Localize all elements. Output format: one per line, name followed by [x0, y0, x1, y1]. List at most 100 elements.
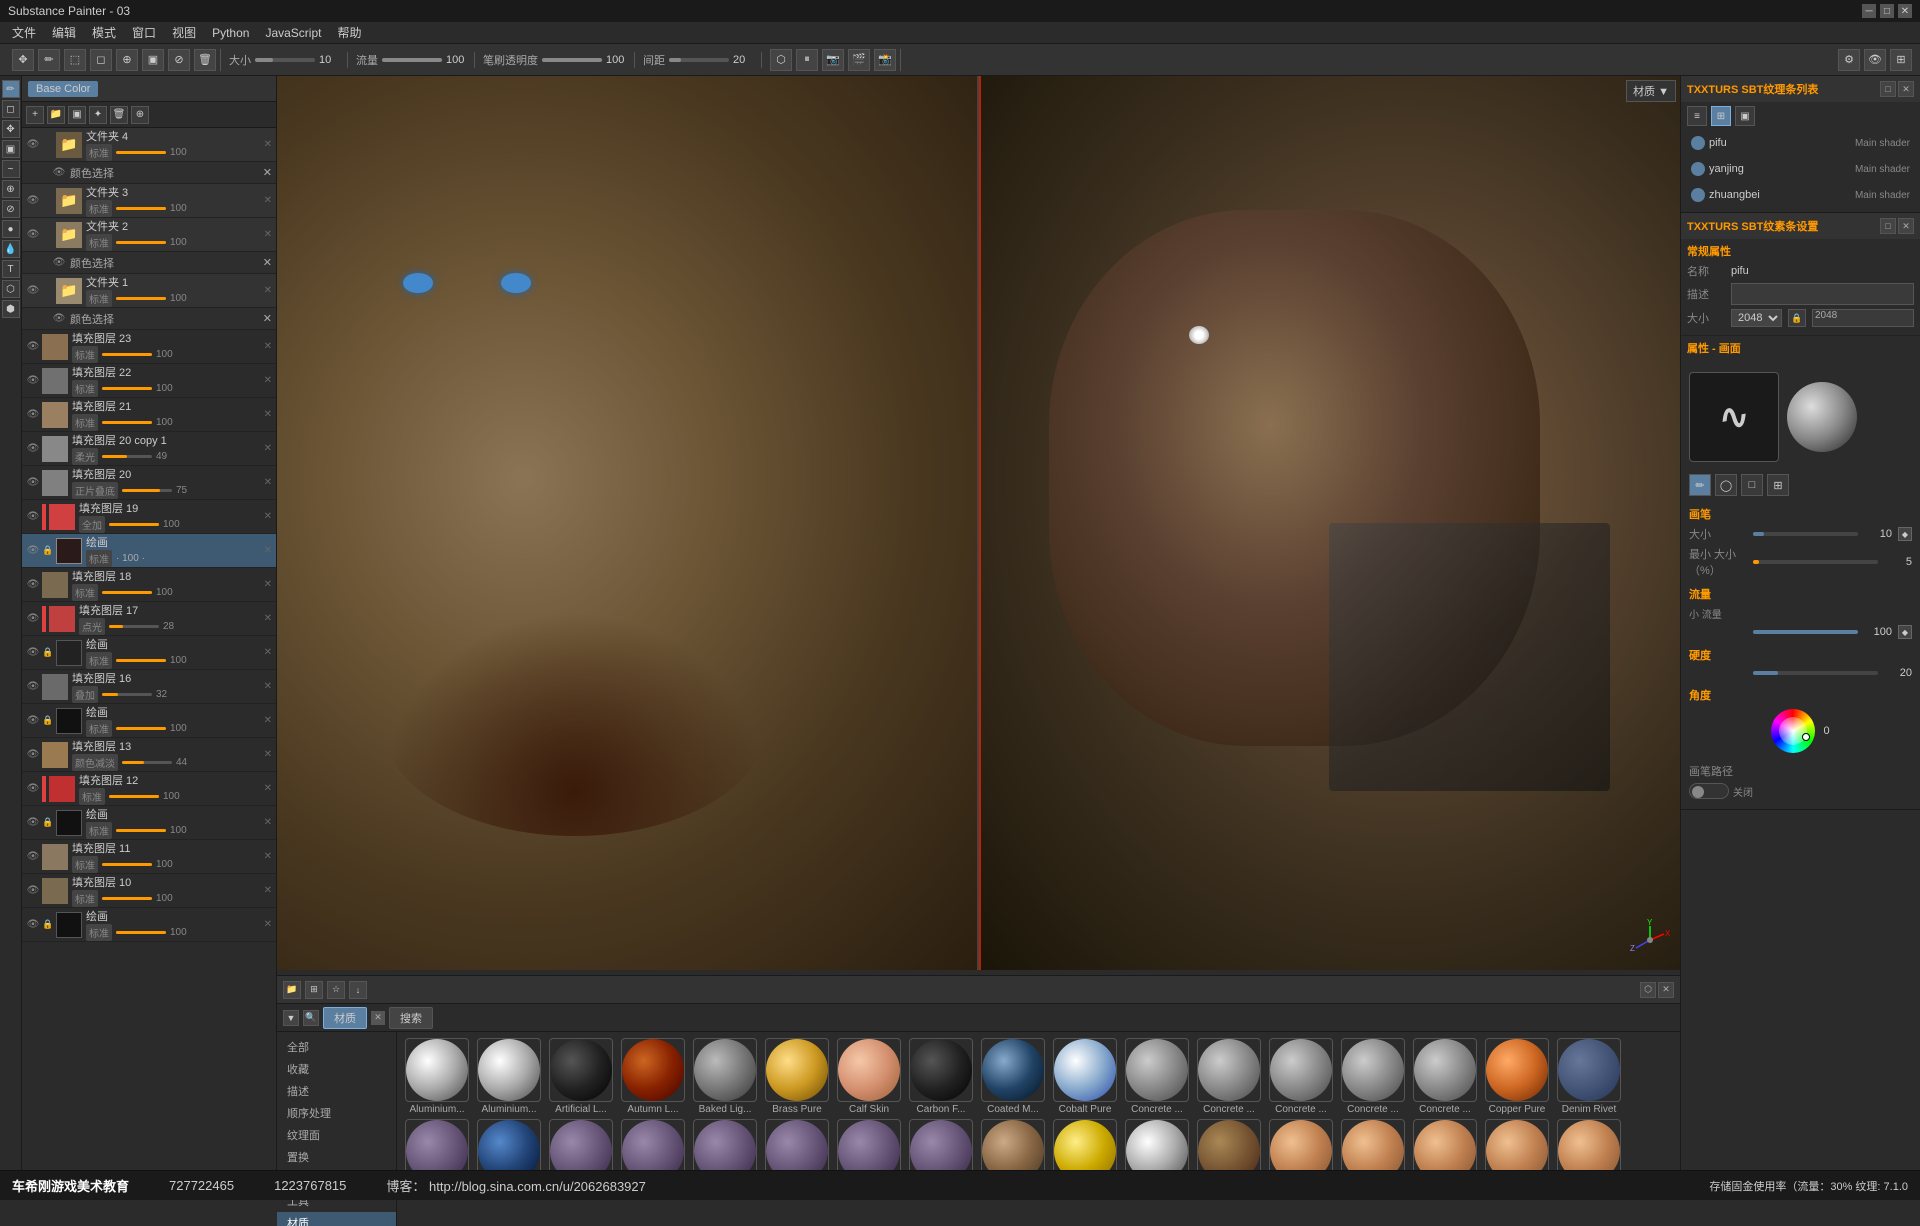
properties-close-btn[interactable]: ✕ — [1898, 218, 1914, 234]
tool-erase[interactable]: ⊘ — [2, 200, 20, 218]
vis-paint2[interactable]: 👁 — [26, 646, 40, 660]
layer-folder2[interactable]: 👁 📁 文件夹 2 标准 100 ✕ — [22, 218, 276, 252]
shelf-nav-texture[interactable]: 纹理面 — [277, 1124, 396, 1146]
vis-fl13[interactable]: 👁 — [26, 748, 40, 762]
canvas-area[interactable]: X Y Z 材质 ▼ — [277, 76, 1680, 970]
flow-end-icon[interactable]: ◆ — [1898, 625, 1912, 639]
add-fx-btn[interactable]: ✦ — [89, 106, 107, 124]
material-item-4[interactable]: Baked Lig... — [691, 1038, 759, 1115]
shelf-expand-btn[interactable]: ⬡ — [1640, 982, 1656, 998]
vis-paint5[interactable]: 👁 — [26, 918, 40, 932]
shelf-grid-btn[interactable]: ⊞ — [305, 981, 323, 999]
tool-eyedrop[interactable]: 💧 — [2, 240, 20, 258]
shelf-nav-material[interactable]: 材质 — [277, 1212, 396, 1226]
erase-tool[interactable]: ◻ — [90, 49, 112, 71]
menu-view[interactable]: 视图 — [164, 22, 204, 43]
flow-track[interactable] — [1753, 630, 1858, 634]
textures-close-btn[interactable]: ✕ — [1898, 81, 1914, 97]
layer-fl17[interactable]: 👁 填充图层 17 点光 28 ✕ — [22, 602, 276, 636]
material-item-25[interactable]: Footprints — [979, 1119, 1047, 1170]
sub-layer-cs1[interactable]: 👁 颜色选择 ✕ — [22, 162, 276, 184]
brush-tool-circle[interactable]: ◯ — [1715, 474, 1737, 496]
close-fl16[interactable]: ✕ — [264, 681, 272, 692]
material-item-13[interactable]: Concrete ... — [1339, 1038, 1407, 1115]
vis-paint1[interactable]: 👁 — [26, 544, 40, 558]
grid-btn[interactable]: ⊞ — [1890, 49, 1912, 71]
material-item-30[interactable]: Human Be... — [1339, 1119, 1407, 1170]
vis-cs2[interactable]: 👁 — [52, 256, 66, 270]
move-tool[interactable]: ✥ — [12, 49, 34, 71]
layer-fl22[interactable]: 👁 填充图层 22 标准 100 ✕ — [22, 364, 276, 398]
close-paint4[interactable]: ✕ — [264, 817, 272, 828]
close-cs1[interactable]: ✕ — [263, 166, 272, 179]
falloff-toggle-btn[interactable] — [1689, 783, 1729, 799]
vis-cs1[interactable]: 👁 — [52, 166, 66, 180]
vis-fl20c[interactable]: 👁 — [26, 442, 40, 456]
maximize-button[interactable]: □ — [1880, 4, 1894, 18]
layer-fl19[interactable]: 👁 填充图层 19 全加 100 ✕ — [22, 500, 276, 534]
min-size-track[interactable] — [1753, 560, 1878, 564]
material-item-1[interactable]: Aluminium... — [475, 1038, 543, 1115]
material-item-27[interactable]: Gouache P... — [1123, 1119, 1191, 1170]
shelf-bookmark-btn[interactable]: ☆ — [327, 981, 345, 999]
tool-fill[interactable]: ▣ — [2, 140, 20, 158]
color-wheel[interactable] — [1771, 709, 1815, 753]
clone-tool[interactable]: ⊕ — [116, 49, 138, 71]
material-item-32[interactable]: Human Ch... — [1483, 1119, 1551, 1170]
close-fl19[interactable]: ✕ — [264, 511, 272, 522]
layer-paint5[interactable]: 👁 🔒 绘画 标准 100 ✕ — [22, 908, 276, 942]
layer-fl16[interactable]: 👁 填充图层 16 叠加 32 ✕ — [22, 670, 276, 704]
vis-fl11[interactable]: 👁 — [26, 850, 40, 864]
close-fl20[interactable]: ✕ — [264, 477, 272, 488]
tool-smudge[interactable]: ~ — [2, 160, 20, 178]
material-item-7[interactable]: Carbon F... — [907, 1038, 975, 1115]
material-item-23[interactable]: Fabric Soft... — [835, 1119, 903, 1170]
spacing-slider[interactable] — [669, 58, 729, 62]
material-dropdown[interactable]: 材质 ▼ — [1626, 80, 1676, 102]
layer-fl20[interactable]: 👁 填充图层 20 正片叠底 75 ✕ — [22, 466, 276, 500]
close-icon-f1[interactable]: ✕ — [264, 285, 272, 296]
close-fl12[interactable]: ✕ — [264, 783, 272, 794]
material-item-18[interactable]: Fabric Bas... — [475, 1119, 543, 1170]
shelf-nav-all[interactable]: 全部 — [277, 1036, 396, 1058]
minimize-button[interactable]: ─ — [1862, 4, 1876, 18]
settings-btn[interactable]: ⚙ — [1838, 49, 1860, 71]
brush-tool-pen[interactable]: ✏ — [1689, 474, 1711, 496]
shelf-tab-close[interactable]: ✕ — [371, 1011, 385, 1025]
camera-btn[interactable]: 📷 — [822, 49, 844, 71]
material-item-24[interactable]: Fabric Suit... — [907, 1119, 975, 1170]
visibility-icon-f1[interactable]: 👁 — [26, 284, 40, 298]
textures-expand-btn[interactable]: □ — [1880, 81, 1896, 97]
add-layer-btn[interactable]: + — [26, 106, 44, 124]
material-item-11[interactable]: Concrete ... — [1195, 1038, 1263, 1115]
material-item-9[interactable]: Cobalt Pure — [1051, 1038, 1119, 1115]
material-item-28[interactable]: Ground Gr... — [1195, 1119, 1263, 1170]
close-fl10[interactable]: ✕ — [264, 885, 272, 896]
layer-fl12[interactable]: 👁 填充图层 12 标准 100 ✕ — [22, 772, 276, 806]
material-item-22[interactable]: Fabric Rou... — [763, 1119, 831, 1170]
render-btn[interactable]: 🎬 — [848, 49, 870, 71]
select-tool[interactable]: ⊘ — [168, 49, 190, 71]
texture-view-grid[interactable]: ⊞ — [1711, 106, 1731, 126]
shelf-tab-material[interactable]: 材质 — [323, 1007, 367, 1029]
material-item-14[interactable]: Concrete ... — [1411, 1038, 1479, 1115]
vis-fl22[interactable]: 👁 — [26, 374, 40, 388]
add-folder-btn[interactable]: 📁 — [47, 106, 65, 124]
tool-color[interactable]: ● — [2, 220, 20, 238]
lock-size-btn[interactable]: 🔒 — [1788, 309, 1806, 327]
layer-paint2[interactable]: 👁 🔒 绘画 标准 100 ✕ — [22, 636, 276, 670]
hardness-track[interactable] — [1753, 671, 1878, 675]
desc-input[interactable] — [1731, 283, 1914, 305]
close-paint2[interactable]: ✕ — [264, 647, 272, 658]
hardness-slider[interactable] — [542, 58, 602, 62]
tool-clone[interactable]: ⊕ — [2, 180, 20, 198]
shelf-search-btn[interactable]: 🔍 — [303, 1010, 319, 1026]
texture-view-list[interactable]: ≡ — [1687, 106, 1707, 126]
brush-size-end-icon[interactable]: ◆ — [1898, 527, 1912, 541]
shelf-close-btn[interactable]: ✕ — [1658, 982, 1674, 998]
close-fl22[interactable]: ✕ — [264, 375, 272, 386]
snapshot-btn[interactable]: 📸 — [874, 49, 896, 71]
brush-tool-scatter[interactable]: ⊞ — [1767, 474, 1789, 496]
vis-fl23[interactable]: 👁 — [26, 340, 40, 354]
texture-view-large[interactable]: ▣ — [1735, 106, 1755, 126]
